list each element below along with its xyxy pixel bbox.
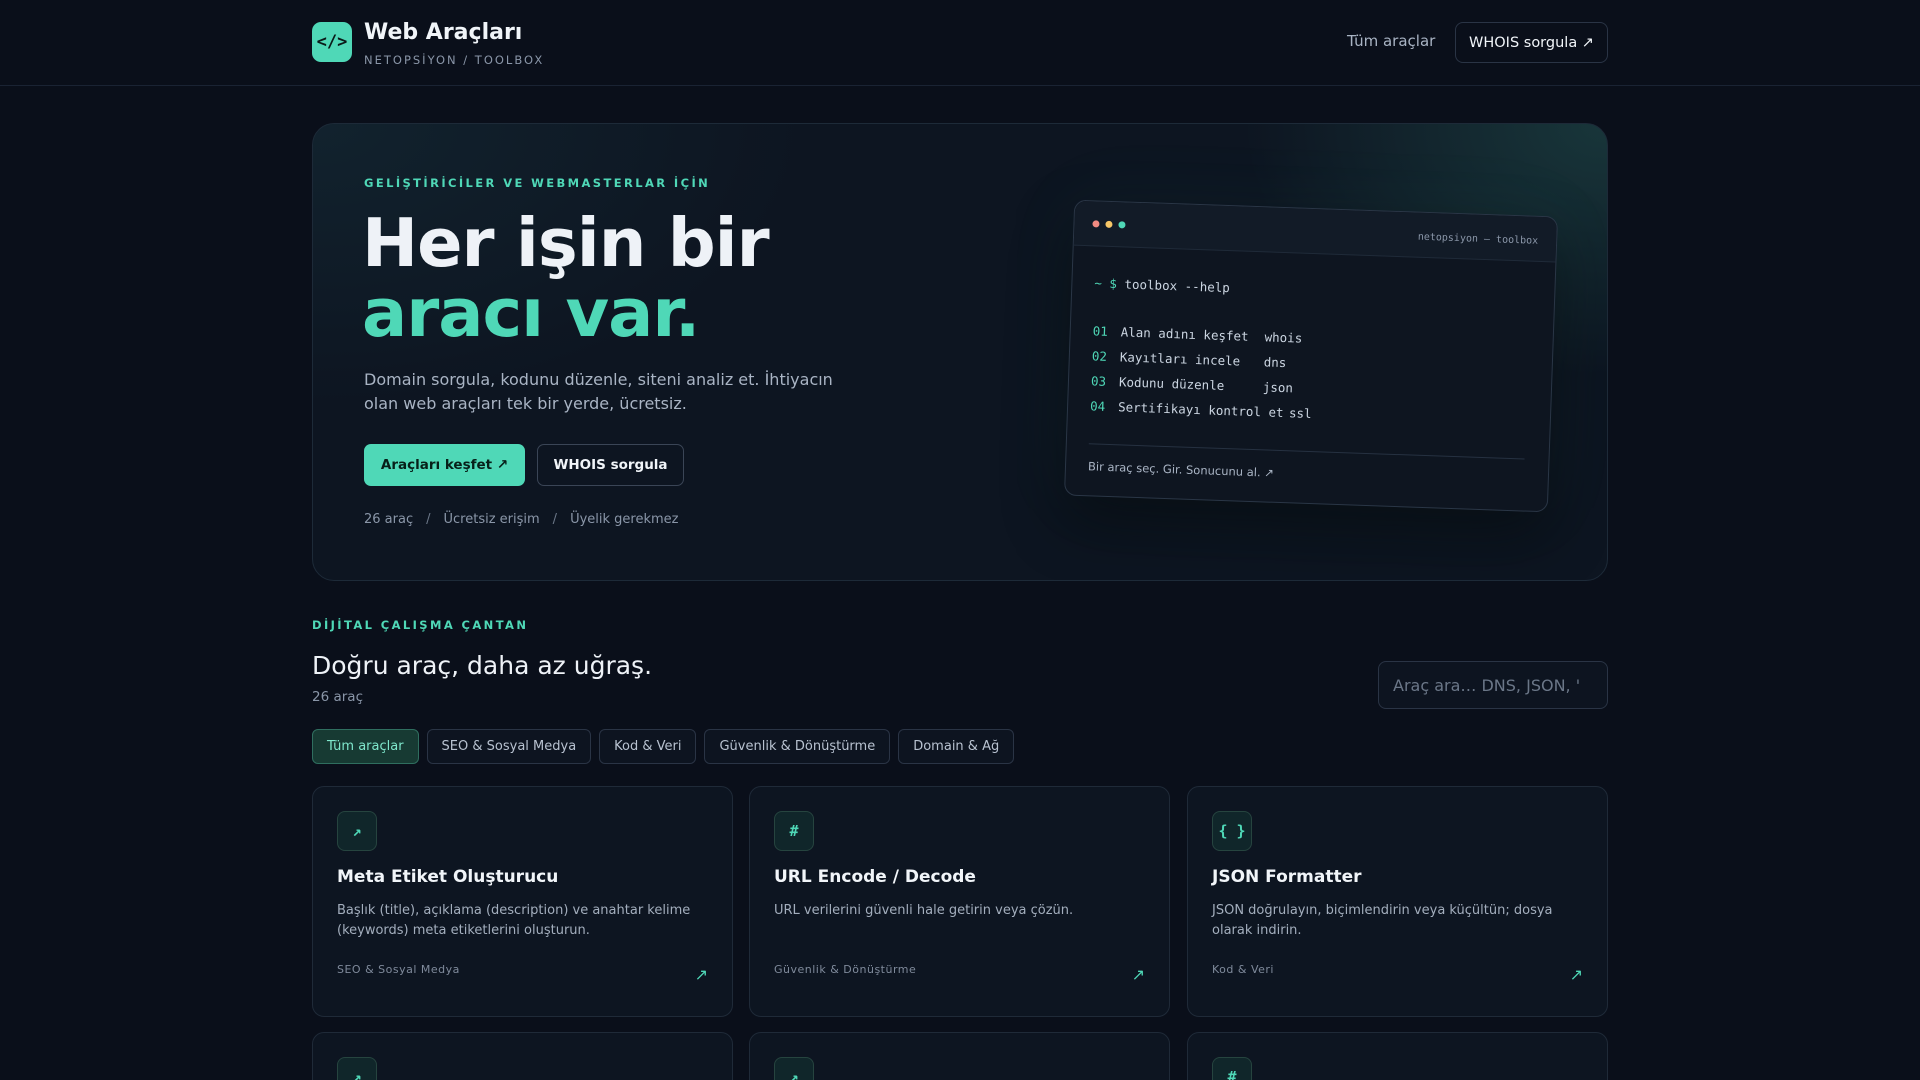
terminal-row-command: ssl [1288,405,1312,422]
terminal-row-command: dns [1263,354,1287,371]
terminal-row-label: Kayıtları incele [1119,349,1241,369]
terminal-command-line: ~ $ toolbox --help [1094,275,1230,295]
hash-icon: # [774,811,814,851]
terminal-row-label: Alan adını keşfet [1120,324,1249,344]
meta-free-access: Ücretsiz erişim [443,512,540,527]
hero-section: GELİŞTİRİCİLER VE WEBMASTERLAR İÇİN Her … [312,123,1608,581]
tool-card-json-formatter[interactable]: { } JSON Formatter JSON doğrulayın, biçi… [1187,786,1608,1017]
meta-separator: / [426,512,431,527]
terminal-command: toolbox --help [1124,276,1231,296]
filter-chip-security[interactable]: Güvenlik & Dönüştürme [704,729,891,764]
terminal-row-label: Kodunu düzenle [1118,374,1225,393]
window-maximize-dot-icon [1118,221,1126,229]
hero-title-line1: Her işin bir [362,204,770,282]
tool-card-title: URL Encode / Decode [774,867,976,887]
tool-card[interactable]: # [1187,1032,1608,1080]
terminal-row-label: Sertifikayı kontrol et [1117,399,1284,421]
hero-title: Her işin bir aracı var. [362,204,770,352]
tool-card-description: URL verilerini güvenli hale getirin veya… [774,903,1074,918]
meta-tool-count: 26 araç [364,512,414,527]
hero-eyebrow: GELİŞTİRİCİLER VE WEBMASTERLAR İÇİN [364,176,711,190]
tool-card-title: Meta Etiket Oluşturucu [337,867,559,887]
terminal-prompt: ~ $ [1094,275,1118,292]
section-tool-count: 26 araç [312,689,363,705]
site-title[interactable]: Web Araçları [364,20,522,45]
terminal-row-number: 03 [1090,373,1107,389]
filter-chip-all[interactable]: Tüm araçlar [312,729,419,764]
tool-card-url-encode[interactable]: # URL Encode / Decode URL verilerini güv… [749,786,1170,1017]
arrow-icon: ↗ [774,1057,814,1080]
terminal-preview: netopsiyon — toolbox ~ $ toolbox --help … [1063,199,1559,513]
whois-query-button[interactable]: WHOIS sorgula [537,444,684,486]
tool-card-meta-tag[interactable]: ↗ Meta Etiket Oluşturucu Başlık (title),… [312,786,733,1017]
open-arrow-icon[interactable]: ↗ [1570,965,1583,984]
explore-tools-button[interactable]: Araçları keşfet ↗ [364,444,525,486]
code-logo-icon[interactable]: </> [312,22,352,62]
terminal-row-number: 02 [1091,348,1108,364]
terminal-titlebar: netopsiyon — toolbox [1073,200,1557,263]
window-minimize-dot-icon [1105,220,1113,228]
hash-icon: # [1212,1057,1252,1080]
braces-icon: { } [1212,811,1252,851]
site-subtitle: NETOPSİYON / TOOLBOX [364,53,545,67]
hero-meta: 26 araç / Ücretsiz erişim / Üyelik gerek… [364,512,678,527]
terminal-row-number: 04 [1089,398,1106,414]
filter-chip-seo[interactable]: SEO & Sosyal Medya [426,729,592,764]
tool-card[interactable]: ↗ [749,1032,1170,1080]
terminal-footer: Bir araç seç. Gir. Sonucunu al. ↗ [1087,459,1275,480]
top-navbar: </> Web Araçları NETOPSİYON / TOOLBOX Tü… [0,0,1920,86]
meta-separator: / [552,512,558,527]
section-eyebrow: DİJİTAL ÇALIŞMA ÇANTAN [312,618,529,632]
open-arrow-icon[interactable]: ↗ [1132,965,1145,984]
terminal-title: netopsiyon — toolbox [1417,231,1539,247]
tool-card-category: SEO & Sosyal Medya [337,963,460,976]
tool-card-category: Kod & Veri [1212,963,1274,976]
filter-chips: Tüm araçlar SEO & Sosyal Medya Kod & Ver… [312,729,1015,764]
open-arrow-icon[interactable]: ↗ [695,965,708,984]
filter-chip-code-data[interactable]: Kod & Veri [599,729,697,764]
terminal-row-command: whois [1264,329,1303,346]
window-close-dot-icon [1092,220,1100,228]
tool-search-input[interactable] [1378,661,1608,709]
hero-title-line2: aracı var. [362,274,700,352]
arrow-icon: ↗ [337,811,377,851]
tool-card[interactable]: ↗ [312,1032,733,1080]
terminal-row-command: json [1262,379,1294,396]
tool-card-category: Güvenlik & Dönüştürme [774,963,917,976]
hero-description: Domain sorgula, kodunu düzenle, siteni a… [364,370,833,413]
arrow-icon: ↗ [337,1057,377,1080]
section-title: Doğru araç, daha az uğraş. [312,651,653,680]
nav-all-tools-link[interactable]: Tüm araçlar [1347,32,1435,50]
meta-no-signup: Üyelik gerekmez [570,512,679,527]
tool-card-description: Başlık (title), açıklama (description) v… [337,903,691,938]
tool-card-description: JSON doğrulayın, biçimlendirin veya küçü… [1212,903,1553,938]
terminal-row-number: 01 [1092,323,1109,339]
nav-whois-button[interactable]: WHOIS sorgula ↗ [1455,22,1608,63]
tool-card-title: JSON Formatter [1212,867,1362,887]
filter-chip-domain[interactable]: Domain & Ağ [898,729,1015,764]
terminal-divider [1088,443,1525,460]
